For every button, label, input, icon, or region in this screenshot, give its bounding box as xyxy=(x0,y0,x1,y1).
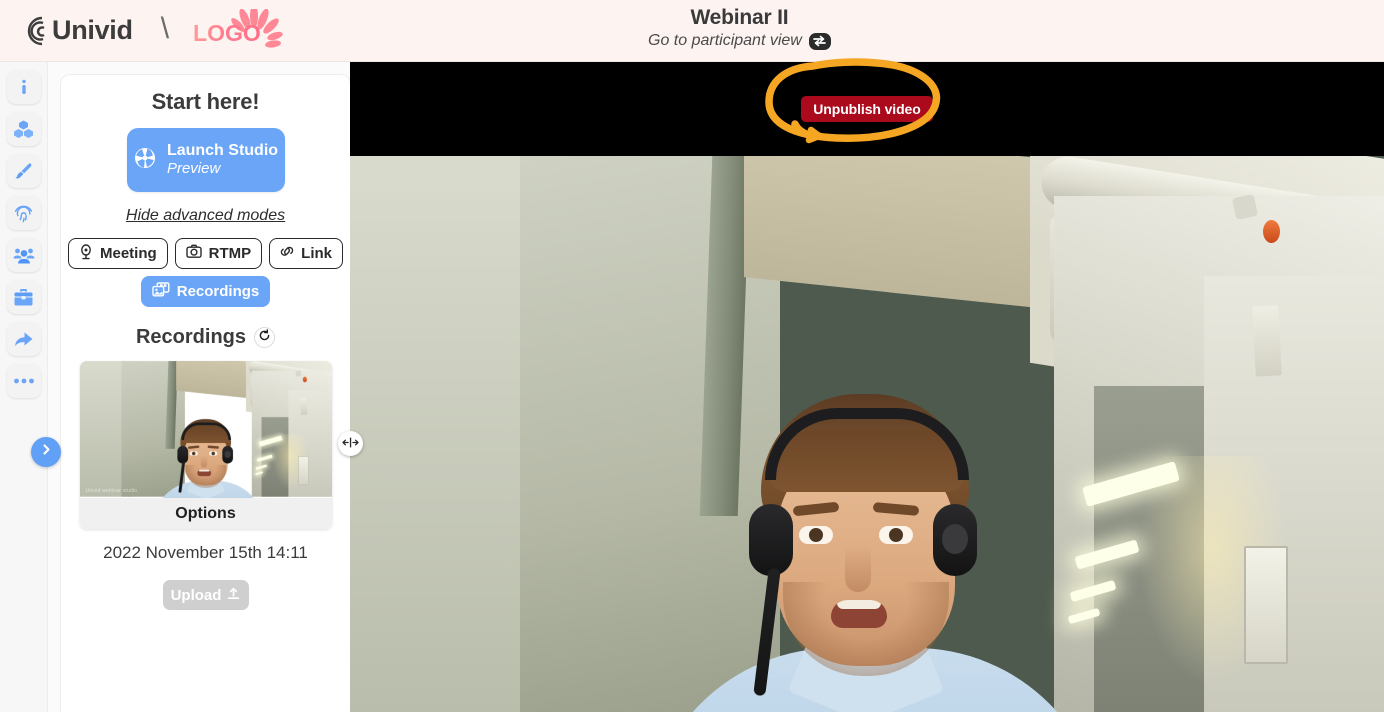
paint-brush-icon xyxy=(13,161,34,182)
sidebar-item-attendees[interactable] xyxy=(6,238,41,272)
sidebar-item-engagement[interactable] xyxy=(6,196,41,230)
live-video-feed[interactable] xyxy=(350,156,1384,712)
mode-button-link[interactable]: Link xyxy=(269,238,344,269)
launch-studio-sublabel: Preview xyxy=(166,160,221,177)
images-icon xyxy=(152,282,170,301)
refresh-recordings-button[interactable] xyxy=(254,327,276,348)
panel-title: Start here! xyxy=(151,89,260,114)
launch-studio-label: Launch Studio xyxy=(166,142,279,160)
mode-button-recordings[interactable]: Recordings xyxy=(140,276,271,307)
page-title: Webinar II xyxy=(690,6,789,29)
people-group-icon xyxy=(13,245,35,266)
refresh-icon xyxy=(258,328,271,347)
aperture-icon xyxy=(133,146,157,175)
presenter-video-subject xyxy=(645,386,1105,712)
ellipsis-icon xyxy=(13,377,35,385)
sidebar-item-blocks[interactable] xyxy=(6,112,41,146)
fingerprint-icon xyxy=(13,203,34,224)
launch-studio-button[interactable]: Launch Studio Preview xyxy=(126,128,285,192)
recordings-section-title: Recordings xyxy=(135,326,247,348)
mode-label-recordings: Recordings xyxy=(176,283,260,300)
resize-horizontal-icon xyxy=(342,435,359,453)
mode-button-rtmp[interactable]: RTMP xyxy=(174,238,263,269)
webinar-studio-app: Univid \ LOGO Webinar II Go to participa… xyxy=(0,0,1384,712)
sidebar-item-more[interactable] xyxy=(6,364,41,398)
header-title-block: Webinar II Go to participant view xyxy=(648,6,831,50)
mode-button-meeting[interactable]: Meeting xyxy=(68,238,168,269)
chevron-right-icon xyxy=(40,443,53,461)
expand-sidebar-button[interactable] xyxy=(31,437,61,467)
upload-button-label: Upload xyxy=(170,586,222,604)
sidebar-item-info[interactable] xyxy=(6,70,41,104)
webcam-icon xyxy=(79,243,93,264)
start-here-panel: Start here! Launch Studio Preview Hide a… xyxy=(60,74,351,712)
upload-icon xyxy=(227,587,240,604)
unpublish-video-button[interactable]: Unpublish video xyxy=(801,96,933,122)
univid-logo[interactable]: Univid xyxy=(22,14,133,48)
participant-view-label: Go to participant view xyxy=(648,32,802,50)
recording-date: 2022 November 15th 14:11 xyxy=(103,543,308,562)
cubes-icon xyxy=(13,119,34,140)
thumbnail-watermark: Univid webinar studio xyxy=(85,488,138,494)
video-scene xyxy=(350,156,1384,712)
recordings-section-header: Recordings xyxy=(77,326,334,349)
mode-buttons-row-2: Recordings xyxy=(77,276,334,307)
link-icon xyxy=(280,244,294,263)
sidebar-item-toolbox[interactable] xyxy=(6,280,41,314)
panel-resize-handle[interactable] xyxy=(338,431,363,456)
recording-card[interactable]: Univid webinar studio Options xyxy=(79,361,332,529)
camera-icon xyxy=(185,244,202,263)
go-to-participant-view-link[interactable]: Go to participant view xyxy=(648,32,831,50)
app-header: Univid \ LOGO Webinar II Go to participa… xyxy=(0,0,1384,62)
recording-thumbnail[interactable]: Univid webinar studio xyxy=(79,361,332,498)
sidebar-item-share[interactable] xyxy=(6,322,41,356)
recording-options-button[interactable]: Options xyxy=(79,498,332,529)
swap-arrows-icon xyxy=(808,32,831,50)
mode-label-link: Link xyxy=(301,245,333,262)
mode-buttons-row: Meeting RTMP Link xyxy=(68,238,344,269)
mode-label-meeting: Meeting xyxy=(100,245,157,262)
brand-zone: Univid \ LOGO xyxy=(0,8,285,53)
toggle-advanced-modes-link[interactable]: Hide advanced modes xyxy=(126,207,285,225)
partner-logo: LOGO xyxy=(193,8,285,53)
upload-button[interactable]: Upload xyxy=(162,580,249,610)
univid-rings-logo-icon xyxy=(22,14,56,48)
share-arrow-icon xyxy=(13,329,34,350)
video-stage: Unpublish video xyxy=(350,62,1384,712)
brand-separator: \ xyxy=(160,11,170,45)
toolbox-icon xyxy=(13,287,34,308)
video-top-bar: Unpublish video xyxy=(350,62,1384,156)
univid-wordmark: Univid xyxy=(52,15,133,45)
left-icon-rail xyxy=(0,62,48,712)
info-icon xyxy=(14,77,34,97)
mode-label-rtmp: RTMP xyxy=(208,245,252,262)
sidebar-item-branding[interactable] xyxy=(6,154,41,188)
partner-logo-text: LOGO xyxy=(193,19,261,46)
